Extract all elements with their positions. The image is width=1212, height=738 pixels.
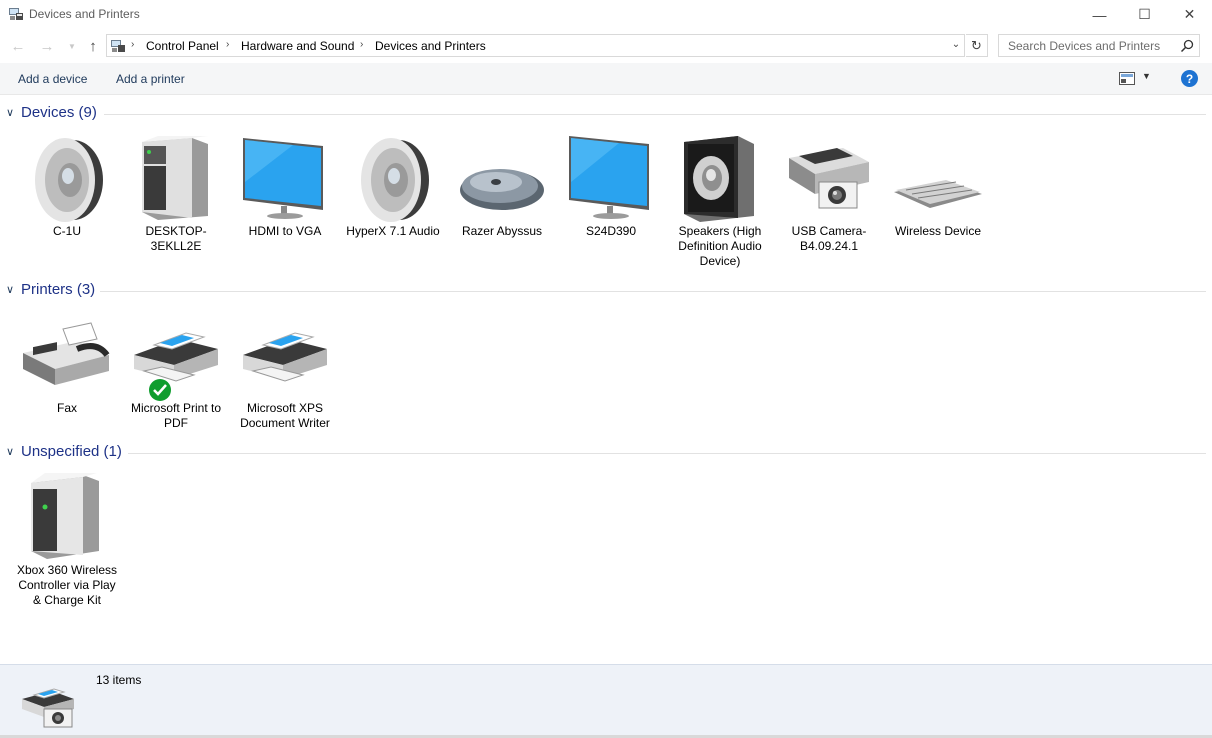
device-item-wireless-device[interactable]: Wireless Device bbox=[886, 132, 990, 239]
group-divider bbox=[104, 114, 1206, 115]
default-printer-check-icon bbox=[149, 379, 171, 401]
computer-tower-icon bbox=[142, 136, 208, 220]
search-icon[interactable] bbox=[1179, 38, 1195, 54]
device-item-s24d390[interactable]: S24D390 bbox=[559, 132, 663, 239]
group-header-printers[interactable]: ∨ Printers (3) bbox=[0, 281, 1212, 301]
close-icon: ✕ bbox=[1183, 6, 1196, 22]
device-item-usb-camera[interactable]: USB Camera-B4.09.24.1 bbox=[777, 132, 881, 254]
camera-scanner-icon bbox=[789, 148, 869, 209]
monitor-icon bbox=[569, 136, 649, 219]
group-label-unspecified: Unspecified (1) bbox=[21, 443, 122, 460]
device-label: USB Camera-B4.09.24.1 bbox=[791, 224, 867, 253]
chevron-down-icon[interactable]: ∨ bbox=[6, 283, 14, 296]
view-options-dropdown-icon[interactable]: ▼ bbox=[1142, 71, 1151, 81]
device-label: S24D390 bbox=[585, 224, 637, 238]
device-item-hdmi-to-vga[interactable]: HDMI to VGA bbox=[233, 132, 337, 239]
breadcrumb-hardware-and-sound[interactable]: Hardware and Sound bbox=[241, 39, 354, 53]
chevron-down-icon[interactable]: ∨ bbox=[6, 106, 14, 119]
arrow-up-icon: ↑ bbox=[89, 37, 97, 55]
details-pane: 13 items bbox=[0, 664, 1212, 738]
group-divider bbox=[100, 291, 1206, 292]
group-label-printers: Printers (3) bbox=[21, 281, 96, 298]
printer-label: Microsoft XPS Document Writer bbox=[240, 401, 330, 430]
minimize-icon: — bbox=[1092, 6, 1107, 23]
chevron-down-icon[interactable]: ∨ bbox=[6, 445, 14, 458]
breadcrumb-separator[interactable]: › bbox=[360, 39, 363, 50]
printer-label: Fax bbox=[56, 401, 77, 415]
monitor-icon bbox=[243, 138, 323, 219]
minimize-button[interactable]: — bbox=[1077, 0, 1122, 29]
fax-icon bbox=[23, 322, 110, 385]
device-label: Speakers (High Definition Audio Device) bbox=[678, 224, 762, 268]
search-box[interactable] bbox=[998, 34, 1200, 57]
arrow-left-icon: ← bbox=[10, 37, 26, 55]
speaker-box-icon bbox=[684, 136, 754, 222]
breadcrumb-separator[interactable]: › bbox=[226, 39, 229, 50]
device-box-icon bbox=[31, 473, 99, 559]
search-input[interactable] bbox=[1000, 36, 1176, 55]
group-label-devices: Devices (9) bbox=[21, 104, 97, 121]
close-button[interactable]: ✕ bbox=[1167, 0, 1212, 29]
add-device-button[interactable]: Add a device bbox=[18, 72, 87, 86]
device-item-hyperx[interactable]: HyperX 7.1 Audio bbox=[341, 132, 445, 239]
item-count: 13 items bbox=[96, 673, 142, 687]
recent-locations-button[interactable]: ▼ bbox=[62, 36, 82, 56]
maximize-icon: ☐ bbox=[1138, 6, 1151, 22]
group-header-unspecified[interactable]: ∨ Unspecified (1) bbox=[0, 443, 1212, 463]
device-item-desktop[interactable]: DESKTOP-3EKLL2E bbox=[124, 132, 228, 254]
speaker-icon bbox=[361, 138, 429, 222]
printer-icon bbox=[134, 332, 218, 382]
breadcrumb-separator[interactable]: › bbox=[131, 39, 134, 50]
maximize-button[interactable]: ☐ bbox=[1122, 0, 1167, 29]
forward-button[interactable]: → bbox=[37, 36, 57, 56]
printer-icon bbox=[243, 332, 327, 382]
help-icon[interactable]: ? bbox=[1181, 70, 1198, 87]
keyboard-icon bbox=[894, 180, 982, 208]
device-label: HyperX 7.1 Audio bbox=[346, 224, 440, 238]
device-label: Razer Abyssus bbox=[461, 224, 543, 238]
printer-item-fax[interactable]: Fax bbox=[15, 309, 119, 416]
device-label: DESKTOP-3EKLL2E bbox=[145, 224, 207, 253]
command-bar: Add a device Add a printer ▼ ? bbox=[0, 63, 1212, 95]
devices-printers-app-icon bbox=[9, 8, 23, 20]
printer-item-print-to-pdf[interactable]: Microsoft Print to PDF bbox=[124, 309, 228, 431]
breadcrumb-control-panel[interactable]: Control Panel bbox=[146, 39, 219, 53]
device-label: C-1U bbox=[52, 224, 81, 238]
chevron-down-icon: ▼ bbox=[68, 41, 76, 51]
unspecified-label: Xbox 360 Wireless Controller via Play & … bbox=[16, 563, 118, 607]
group-header-devices[interactable]: ∨ Devices (9) bbox=[0, 104, 1212, 124]
unspecified-item-xbox-controller[interactable]: Xbox 360 Wireless Controller via Play & … bbox=[15, 471, 119, 608]
address-row: ← → ▼ ↑ › Control Panel › Hardware and S… bbox=[0, 31, 1212, 61]
speaker-icon bbox=[35, 138, 103, 222]
up-button[interactable]: ↑ bbox=[83, 36, 103, 56]
device-item-c-1u[interactable]: C-1U bbox=[15, 132, 119, 239]
title-bar: Devices and Printers — ☐ ✕ bbox=[0, 0, 1212, 29]
arrow-right-icon: → bbox=[39, 37, 55, 55]
device-item-speakers-hda[interactable]: Speakers (High Definition Audio Device) bbox=[668, 132, 772, 269]
control-panel-icon bbox=[111, 40, 125, 52]
add-printer-button[interactable]: Add a printer bbox=[116, 72, 185, 86]
printer-item-xps-writer[interactable]: Microsoft XPS Document Writer bbox=[233, 309, 337, 431]
breadcrumb-devices-and-printers[interactable]: Devices and Printers bbox=[375, 39, 486, 53]
printer-label: Microsoft Print to PDF bbox=[130, 401, 222, 430]
device-label: Wireless Device bbox=[894, 224, 981, 238]
refresh-icon: ↻ bbox=[971, 37, 982, 53]
address-dropdown-icon[interactable]: ⌄ bbox=[949, 39, 963, 53]
mouse-icon bbox=[460, 169, 544, 210]
refresh-button[interactable]: ↻ bbox=[966, 34, 988, 57]
device-label: HDMI to VGA bbox=[248, 224, 322, 238]
back-button[interactable]: ← bbox=[8, 36, 28, 56]
devices-printers-icon bbox=[22, 688, 74, 728]
group-divider bbox=[128, 453, 1206, 454]
device-item-razer-abyssus[interactable]: Razer Abyssus bbox=[450, 132, 554, 239]
address-bar[interactable]: › Control Panel › Hardware and Sound › D… bbox=[106, 34, 965, 57]
window-title: Devices and Printers bbox=[29, 7, 140, 21]
change-view-icon[interactable] bbox=[1119, 72, 1135, 85]
help-label: ? bbox=[1185, 71, 1194, 86]
